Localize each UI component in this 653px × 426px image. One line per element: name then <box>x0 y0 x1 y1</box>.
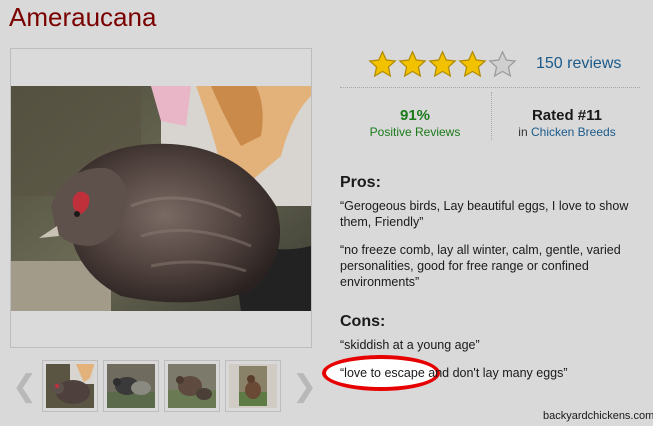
page-title: Ameraucana <box>9 2 157 32</box>
star-filled-icon <box>368 50 397 79</box>
gallery-prev-arrow[interactable]: ❮ <box>12 369 37 404</box>
rank-prefix: in <box>518 125 528 139</box>
gallery-thumbnail[interactable] <box>42 360 98 412</box>
pros-quote: “no freeze comb, lay all winter, calm, g… <box>340 243 621 289</box>
rank-value: Rated #11 <box>531 107 603 124</box>
thumbnail-image <box>107 364 155 408</box>
star-filled-icon <box>398 50 427 79</box>
positive-reviews-stat: 91% Positive Reviews <box>340 107 490 139</box>
reviews-link[interactable]: 150 reviews <box>536 55 621 73</box>
chicken-photo <box>11 86 311 311</box>
rank-category-link[interactable]: Chicken Breeds <box>531 125 616 139</box>
pros-heading: Pros: <box>340 174 381 191</box>
thumbnail-image <box>168 364 216 408</box>
thumbnail-image <box>46 364 94 408</box>
cons-heading: Cons: <box>340 313 386 330</box>
gallery-thumbnail[interactable] <box>164 360 220 412</box>
gallery-next-arrow[interactable]: ❯ <box>292 369 317 404</box>
rank-category-line: in Chicken Breeds <box>492 125 642 139</box>
gallery-thumbnail[interactable] <box>103 360 159 412</box>
positive-reviews-label: Positive Reviews <box>369 125 461 139</box>
star-filled-icon <box>428 50 457 79</box>
star-rating <box>368 50 517 79</box>
watermark: backyardchickens.com <box>543 410 653 422</box>
star-filled-icon <box>458 50 487 79</box>
stats-divider <box>340 87 640 88</box>
main-photo[interactable] <box>11 86 311 311</box>
star-empty-icon <box>488 50 517 79</box>
gallery-thumbnail[interactable] <box>225 360 281 412</box>
cons-quote: “love to escape and don't lay many eggs” <box>340 366 568 380</box>
positive-percentage: 91% <box>399 107 431 124</box>
cons-quote: “skiddish at a young age” <box>340 338 480 352</box>
thumbnail-image <box>229 364 277 408</box>
rank-stat: Rated #11 in Chicken Breeds <box>492 107 642 139</box>
pros-quote: “Gerogeous birds, Lay beautiful eggs, I … <box>340 199 629 229</box>
main-photo-frame <box>10 48 312 348</box>
